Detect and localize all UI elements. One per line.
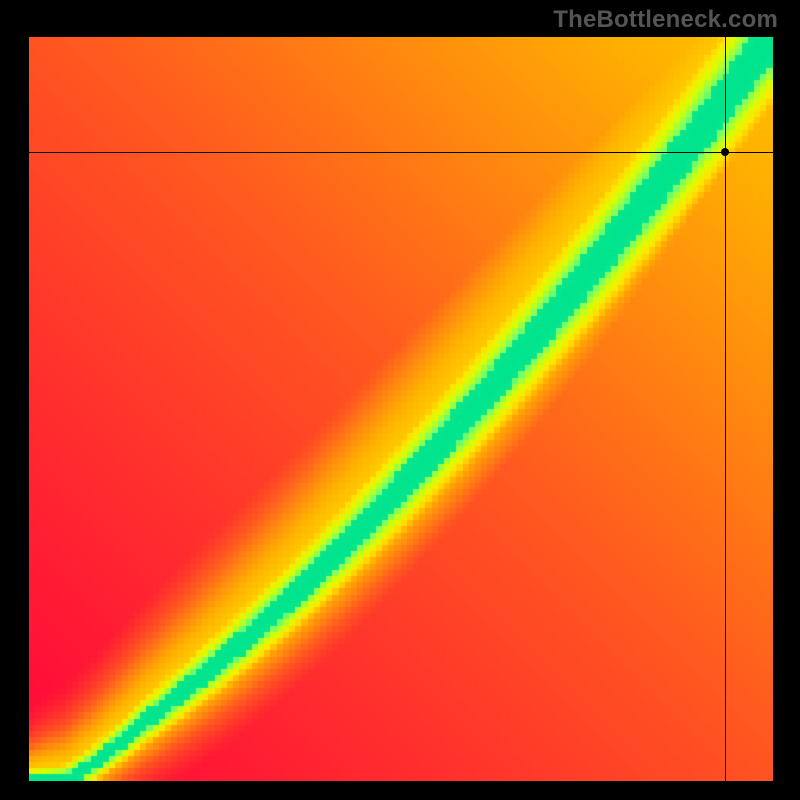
- chart-frame: TheBottleneck.com: [0, 0, 800, 800]
- heatmap-plot: [29, 37, 773, 781]
- heatmap-canvas: [29, 37, 773, 781]
- watermark-text: TheBottleneck.com: [553, 6, 778, 34]
